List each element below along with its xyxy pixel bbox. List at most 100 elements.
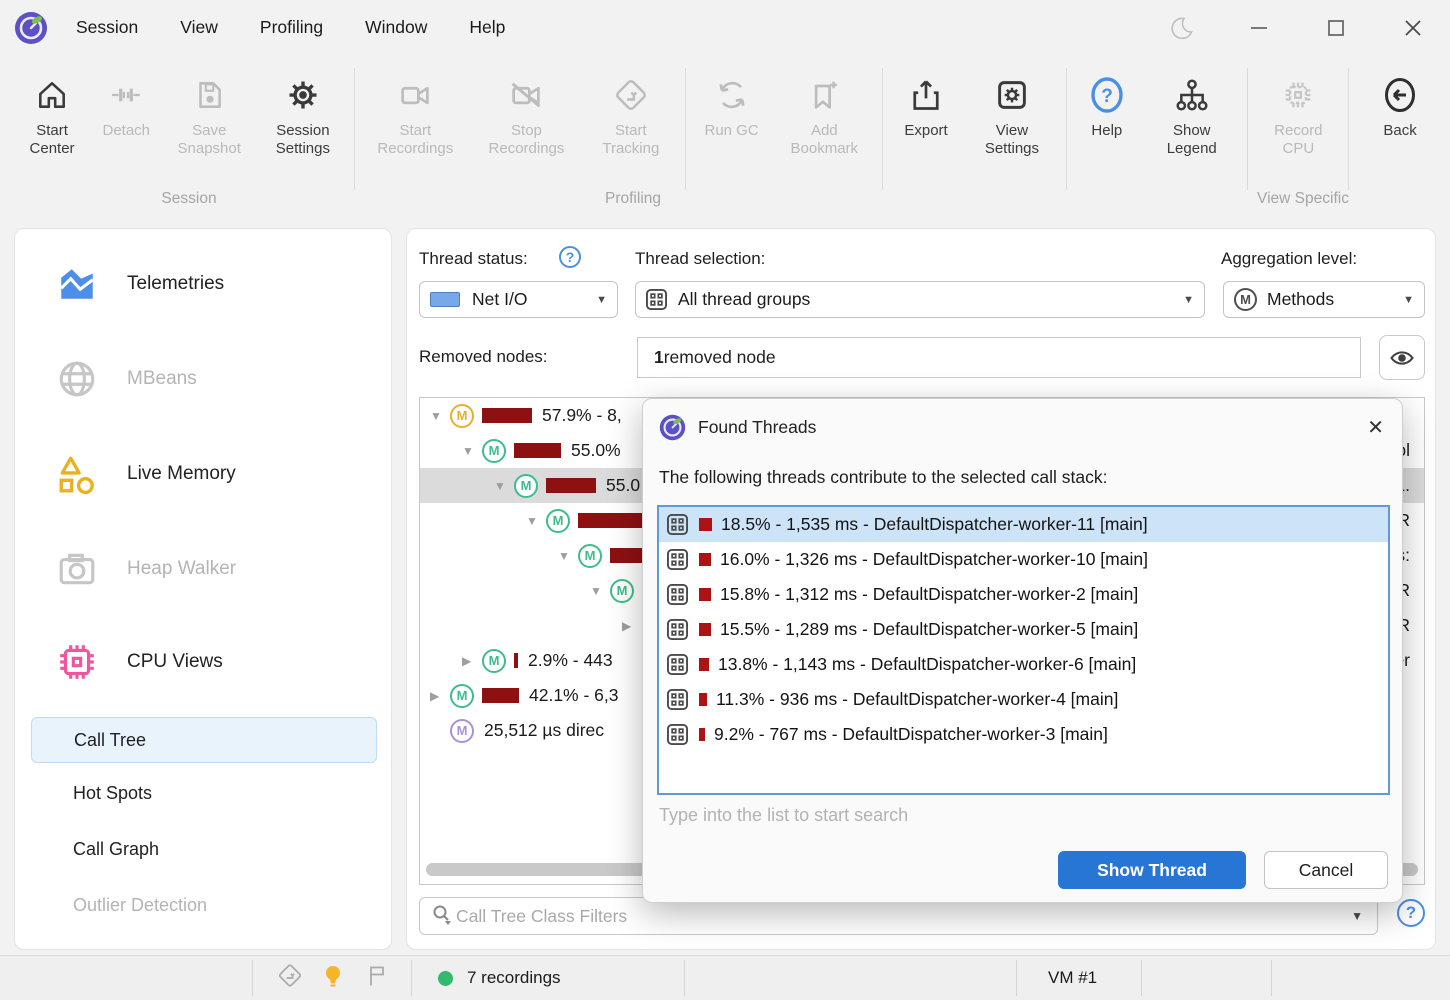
thread-list-item[interactable]: 9.2% - 767 ms - DefaultDispatcher-worker… [659,717,1388,752]
status-bar: 7 recordings VM #1 [0,955,1450,1000]
view-help-icon[interactable]: ? [1397,899,1425,927]
sidebar-item-call-tree[interactable]: Call Tree [31,717,377,763]
filter-dropdown-arrow-icon[interactable]: ▼ [1347,909,1367,923]
menu-help[interactable]: Help [469,17,505,38]
expander-closed-icon[interactable]: ▶ [622,619,638,633]
lightbulb-icon[interactable] [320,963,346,994]
back-arrow-icon [1380,72,1420,118]
menu-view[interactable]: View [180,17,218,38]
aggregation-level-label: Aggregation level: [1221,249,1357,269]
export-icon [908,72,944,118]
dialog-title: Found Threads [698,417,816,438]
sidebar-item-hot-spots[interactable]: Hot Spots [15,783,391,804]
thread-status-help-icon[interactable]: ? [559,246,581,268]
expander-open-icon[interactable]: ▼ [462,444,478,458]
sidebar-item-telemetries[interactable]: Telemetries [15,262,391,306]
snapshot-card-icon [192,72,226,118]
toolbar-separator [685,68,686,190]
save-snapshot-button: Save Snapshot [166,64,252,158]
thread-list-item[interactable]: 13.8% - 1,143 ms - DefaultDispatcher-wor… [659,647,1388,682]
view-settings-button[interactable]: View Settings [969,64,1055,158]
thread-list-item[interactable]: 16.0% - 1,326 ms - DefaultDispatcher-wor… [659,542,1388,577]
thread-grid-icon [667,619,688,640]
removed-nodes-field[interactable]: 1 removed node [637,337,1361,378]
thread-grid-icon [667,724,688,745]
cpu-chip-icon [1280,72,1316,118]
recycle-arrows-icon [714,72,750,118]
stop-recordings-button: Stop Recordings [476,64,577,158]
help-question-icon: ? [1087,72,1127,118]
detach-button: Detach [97,64,155,140]
sidebar-item-cpu-views[interactable]: CPU Views [15,640,391,684]
thread-list-item-selected[interactable]: 18.5% - 1,535 ms - DefaultDispatcher-wor… [659,507,1388,542]
cancel-button[interactable]: Cancel [1264,851,1388,889]
method-badge: M [610,579,634,603]
method-badge: M [482,649,506,673]
sidebar-item-live-memory[interactable]: Live Memory [15,452,391,496]
group-label-session: Session [161,190,216,208]
tracking-diamond-icon[interactable] [277,963,303,994]
thread-group-grid-icon [646,289,667,310]
thread-grid-icon [667,514,688,535]
expander-open-icon[interactable]: ▼ [430,409,446,423]
found-threads-list: 18.5% - 1,535 ms - DefaultDispatcher-wor… [657,505,1390,795]
recording-status-dot [438,971,453,986]
expander-open-icon[interactable]: ▼ [590,584,606,598]
expander-open-icon[interactable]: ▼ [494,479,510,493]
thread-list-item[interactable]: 15.5% - 1,289 ms - DefaultDispatcher-wor… [659,612,1388,647]
net-io-color-swatch [430,292,460,307]
legend-tree-icon [1174,72,1210,118]
thread-status-dropdown[interactable]: Net I/O ▼ [419,281,618,318]
thread-grid-icon [667,549,688,570]
close-button[interactable] [1390,0,1436,55]
menu-window[interactable]: Window [365,17,427,38]
aggregation-level-dropdown[interactable]: M Methods ▼ [1223,281,1425,318]
expander-closed-icon[interactable]: ▶ [462,654,478,668]
thread-selection-dropdown[interactable]: All thread groups ▼ [635,281,1205,318]
toolbar-separator [1348,68,1349,190]
search-icon [430,903,456,929]
menu-session[interactable]: Session [76,17,138,38]
maximize-button[interactable] [1313,0,1359,55]
sidebar-item-call-graph[interactable]: Call Graph [15,839,391,860]
search-hint-text: Type into the list to start search [659,805,908,826]
methods-m-icon: M [1234,288,1257,311]
eye-icon [1389,345,1415,371]
expander-closed-icon[interactable]: ▶ [430,689,446,703]
video-camera-slash-icon [508,72,544,118]
dark-mode-moon-icon[interactable] [1158,0,1204,55]
recordings-status[interactable]: 7 recordings [438,956,561,1000]
toolbar: Start Center Detach Save Snapshot [0,58,1450,186]
show-thread-button[interactable]: Show Thread [1058,851,1246,889]
minimize-button[interactable] [1236,0,1282,55]
sidebar-item-mbeans: MBeans [15,357,391,401]
dialog-message: The following threads contribute to the … [643,467,1402,488]
dialog-close-icon[interactable]: ✕ [1367,418,1384,438]
thread-list-item[interactable]: 11.3% - 936 ms - DefaultDispatcher-worke… [659,682,1388,717]
method-badge: M [578,544,602,568]
show-legend-button[interactable]: Show Legend [1147,64,1236,158]
flag-icon[interactable] [364,963,390,994]
help-button[interactable]: ? Help [1078,64,1136,140]
menu-profiling[interactable]: Profiling [260,17,323,38]
session-settings-button[interactable]: Session Settings [263,64,343,158]
expander-open-icon[interactable]: ▼ [526,514,542,528]
back-button[interactable]: Back [1360,64,1440,140]
dropdown-arrow-icon: ▼ [596,294,607,306]
expander-open-icon[interactable]: ▼ [558,549,574,563]
thread-list-item[interactable]: 15.8% - 1,312 ms - DefaultDispatcher-wor… [659,577,1388,612]
removed-nodes-label: Removed nodes: [419,347,548,367]
export-button[interactable]: Export [894,64,958,140]
toolbar-separator [1247,68,1248,190]
found-threads-dialog: Found Threads ✕ The following threads co… [642,398,1403,903]
dropdown-arrow-icon: ▼ [1183,294,1194,306]
camera-icon [55,547,99,591]
detach-plug-icon [109,72,143,118]
gear-box-icon [994,72,1030,118]
start-center-button[interactable]: Start Center [18,64,86,158]
globe-icon [55,357,99,401]
class-filter-input[interactable] [456,906,1347,927]
show-removed-nodes-button[interactable] [1379,335,1425,380]
group-label-profiling: Profiling [605,190,661,208]
method-badge: M [450,404,474,428]
